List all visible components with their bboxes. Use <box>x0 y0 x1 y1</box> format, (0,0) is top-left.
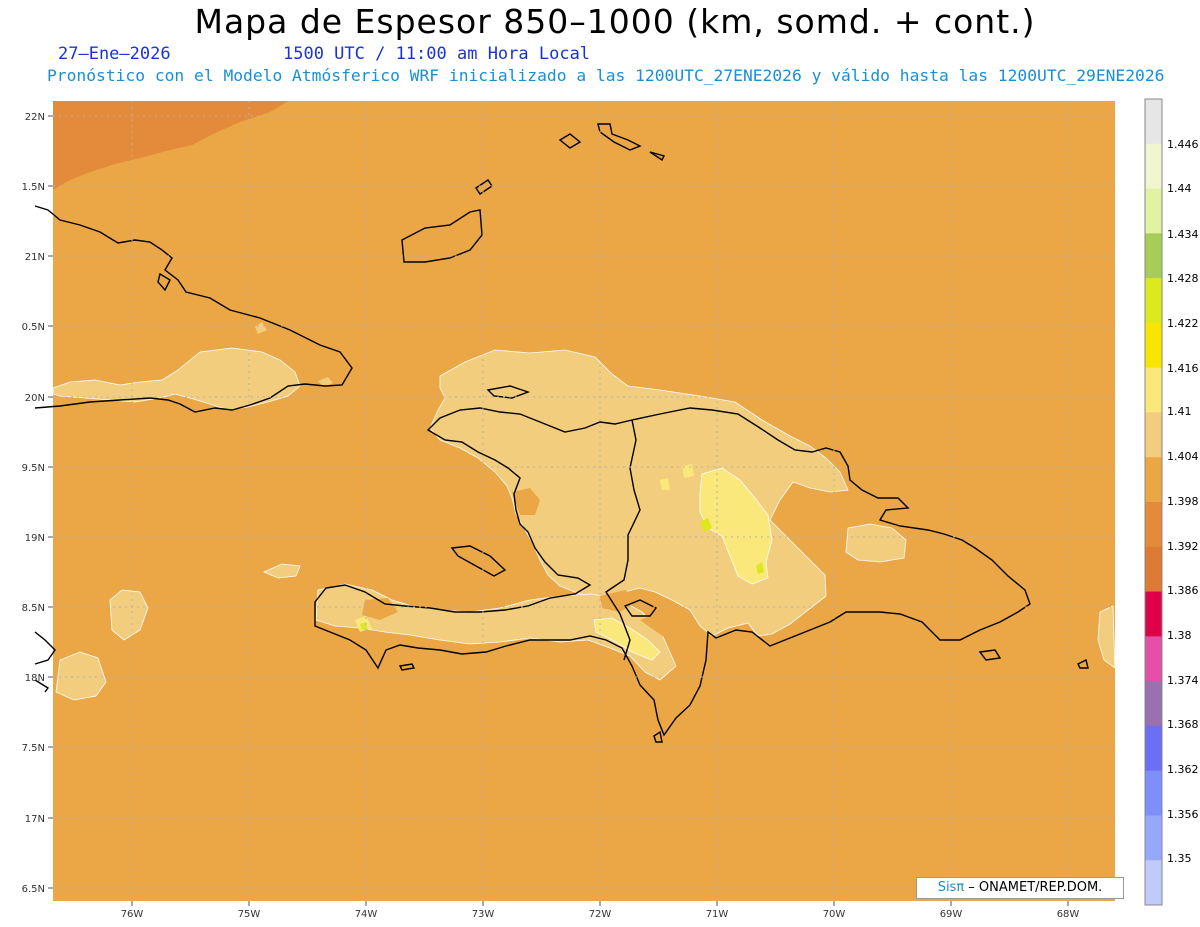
colorbar-swatch <box>1145 412 1162 458</box>
light-patch <box>55 651 107 701</box>
colorbar-swatch <box>1145 815 1162 861</box>
credit-text: – ONAMET/REP.DOM. <box>964 880 1103 895</box>
lon-label: 72W <box>589 909 612 920</box>
colorbar-label: 1.374 <box>1167 674 1199 687</box>
colorbar-label: 1.398 <box>1167 495 1199 508</box>
credit-box: Sisπ – ONAMET/REP.DOM. <box>916 877 1124 899</box>
high-thickness-area <box>682 464 694 478</box>
lon-label: 68W <box>1057 909 1080 920</box>
colorbar <box>1145 99 1162 906</box>
lat-label: 19N <box>25 533 45 544</box>
lon-label: 75W <box>238 909 261 920</box>
colorbar-swatch <box>1145 457 1162 503</box>
jamaica-coastline <box>34 631 56 665</box>
colorbar-label: 1.38 <box>1167 629 1192 642</box>
colorbar-label: 1.416 <box>1167 362 1199 375</box>
colorbar-swatch <box>1145 143 1162 190</box>
colorbar-swatch <box>1145 681 1162 727</box>
colorbar-label: 1.434 <box>1167 228 1199 241</box>
colorbar-swatch <box>1145 233 1162 279</box>
colorbar-swatch <box>1145 278 1162 324</box>
colorbar-label: 1.35 <box>1167 852 1192 865</box>
lat-label: 1.5N <box>22 182 45 193</box>
colorbar-label: 1.362 <box>1167 763 1199 776</box>
colorbar-swatch <box>1145 770 1162 816</box>
colorbar-label: 1.386 <box>1167 584 1199 597</box>
lat-label: 0.5N <box>22 322 45 333</box>
lat-label: 21N <box>25 252 45 263</box>
lat-label: 18N <box>25 673 45 684</box>
lat-label: 22N <box>25 112 45 123</box>
lon-label: 73W <box>472 909 495 920</box>
lat-label: 7.5N <box>22 743 45 754</box>
lon-label: 76W <box>121 909 144 920</box>
lat-label: 17N <box>25 814 45 825</box>
lat-label: 8.5N <box>22 603 45 614</box>
colorbar-swatch <box>1145 860 1162 906</box>
colorbar-swatch <box>1145 591 1162 637</box>
colorbar-label: 1.422 <box>1167 317 1199 330</box>
lon-label: 70W <box>823 909 846 920</box>
colorbar-swatch <box>1145 725 1162 772</box>
colorbar-label: 1.446 <box>1167 138 1199 151</box>
colorbar-label: 1.368 <box>1167 718 1199 731</box>
colorbar-label: 1.41 <box>1167 405 1192 418</box>
colorbar-swatch <box>1145 322 1162 369</box>
lat-label: 6.5N <box>22 884 45 895</box>
colorbar-swatch <box>1145 188 1162 234</box>
sis-logo-text: Sisπ <box>937 880 965 895</box>
lon-label: 69W <box>940 909 963 920</box>
colorbar-label: 1.44 <box>1167 182 1192 195</box>
colorbar-swatch <box>1145 367 1162 413</box>
colorbar-swatch <box>1145 99 1162 145</box>
colorbar-swatch <box>1145 502 1162 548</box>
colorbar-swatch <box>1145 636 1162 682</box>
colorbar-label: 1.428 <box>1167 272 1199 285</box>
colorbar-label: 1.356 <box>1167 808 1199 821</box>
colorbar-label: 1.392 <box>1167 540 1199 553</box>
lat-label: 20N <box>25 393 45 404</box>
lat-label: 9.5N <box>22 463 45 474</box>
thickness-map: 22N 1.5N 21N 0.5N 20N 9.5N 19N 8.5N 18N … <box>22 98 1199 920</box>
colorbar-label: 1.404 <box>1167 450 1199 463</box>
colorbar-swatch <box>1145 546 1162 593</box>
lon-label: 74W <box>355 909 378 920</box>
lon-label: 71W <box>706 909 729 920</box>
